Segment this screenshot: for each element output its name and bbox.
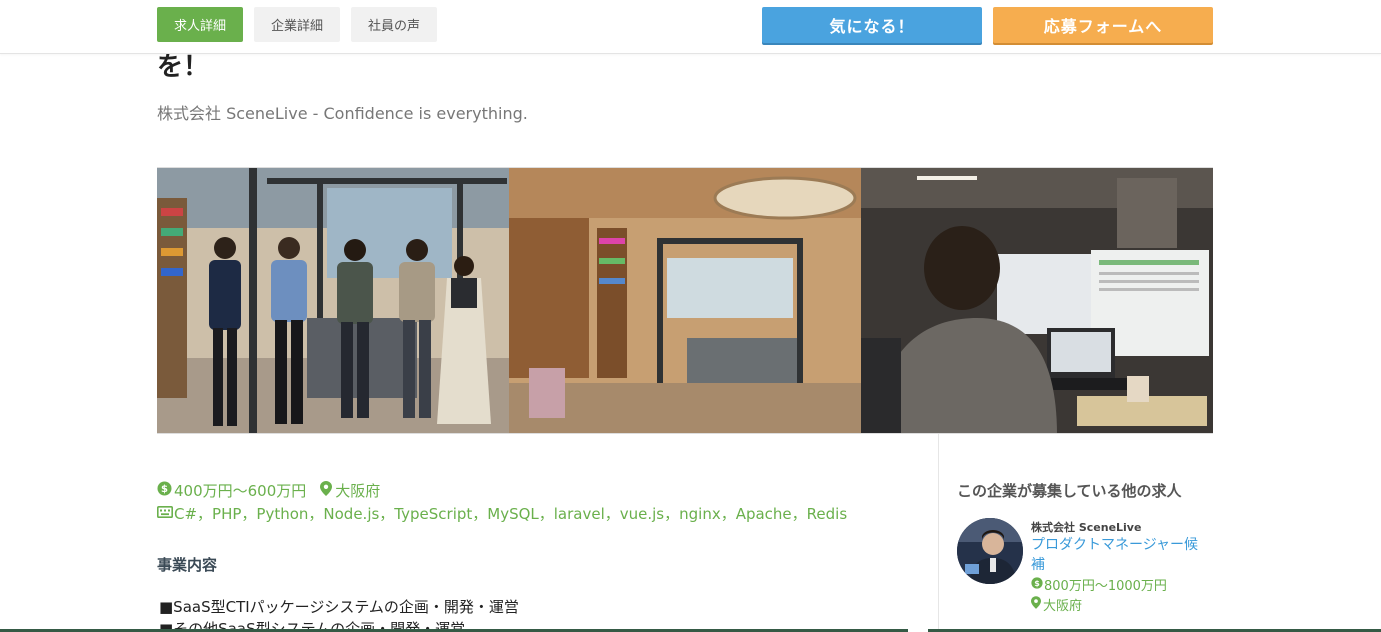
- listing-location: 大阪府: [1031, 595, 1082, 614]
- business-item: ■SaaS型CTIパッケージシステムの企画・開発・運営: [159, 598, 519, 616]
- yen-circle-icon: $: [1031, 576, 1043, 593]
- tab-company-details[interactable]: 企業詳細: [254, 7, 340, 42]
- listing-company: 株式会社 SceneLive: [1031, 521, 1142, 534]
- yen-circle-icon: $: [157, 481, 172, 500]
- top-nav-bar: 求人詳細 企業詳細 社員の声 気になる！ 応募フォームへ: [0, 0, 1381, 54]
- tab-job-details[interactable]: 求人詳細: [157, 7, 243, 42]
- map-pin-icon: [1031, 596, 1041, 613]
- tab-employee-voices[interactable]: 社員の声: [351, 7, 437, 42]
- keyboard-icon: [157, 505, 173, 523]
- listing-salary-text: 800万円〜1000万円: [1044, 579, 1167, 594]
- hero-office-photo: [157, 167, 1213, 434]
- company-tagline: 株式会社 SceneLive - Confidence is everythin…: [157, 104, 528, 123]
- interest-button[interactable]: 気になる！: [762, 7, 982, 43]
- avatar[interactable]: [957, 518, 1023, 584]
- job-location: 大阪府: [335, 482, 381, 500]
- apply-form-button[interactable]: 応募フォームへ: [993, 7, 1213, 43]
- listing-location-text: 大阪府: [1043, 599, 1083, 614]
- map-pin-icon: [320, 481, 333, 500]
- svg-text:$: $: [161, 484, 168, 495]
- content-sidebar-divider: [938, 434, 939, 632]
- other-jobs-heading: この企業が募集している他の求人: [957, 482, 1182, 500]
- business-section-heading: 事業内容: [157, 556, 218, 574]
- svg-text:$: $: [1034, 578, 1040, 587]
- job-salary-location: $ 400万円〜600万円 大阪府: [157, 480, 380, 501]
- job-skills: C#，PHP，Python，Node.js，TypeScript，MySQL，l…: [157, 503, 847, 524]
- job-salary: 400万円〜600万円: [174, 482, 307, 500]
- listing-salary: $ 800万円〜1000万円: [1031, 575, 1167, 594]
- job-skills-text: C#，PHP，Python，Node.js，TypeScript，MySQL，l…: [174, 505, 848, 523]
- listing-title-link[interactable]: プロダクトマネージャー候補: [1031, 535, 1201, 575]
